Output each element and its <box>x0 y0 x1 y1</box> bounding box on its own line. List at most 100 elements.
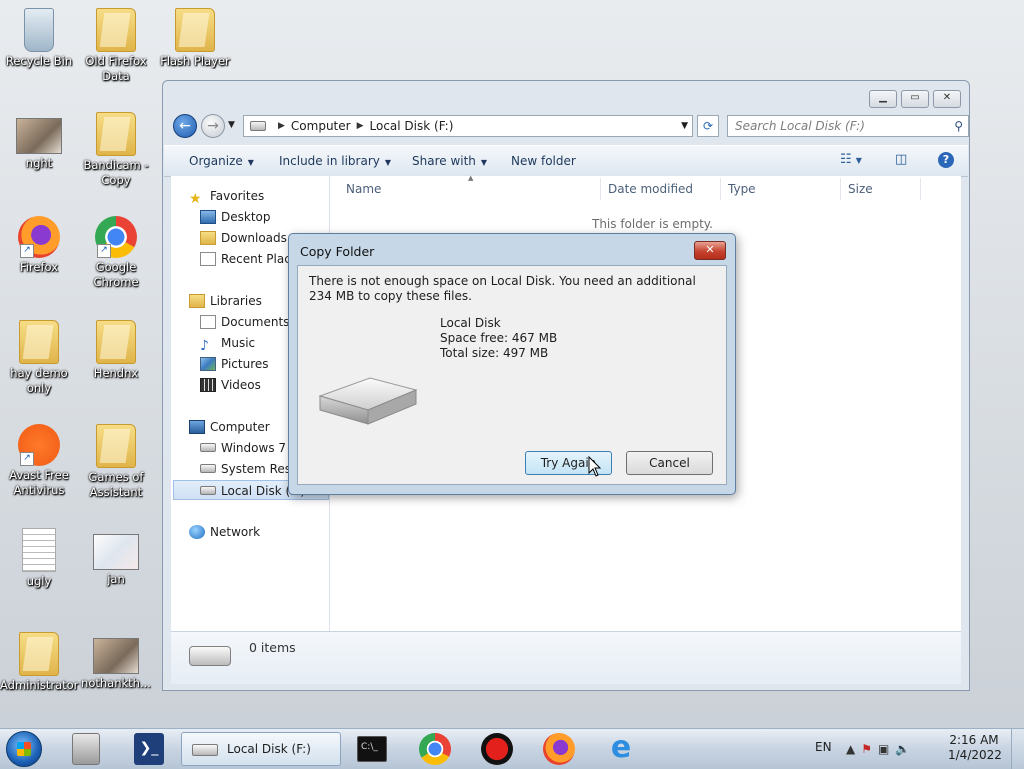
share-with-menu[interactable]: Share with ▼ <box>412 154 487 168</box>
column-header-name[interactable]: Name <box>346 182 381 196</box>
desktop-icon-label: Flash Player (32 bit) <box>160 54 230 68</box>
music-icon: ♪ <box>200 338 209 354</box>
mouse-cursor-icon <box>588 456 602 477</box>
desktop-icon-ugly[interactable]: ugly <box>0 528 78 589</box>
nav-computer[interactable]: Computer <box>189 417 270 437</box>
breadcrumb-separator-icon[interactable]: ▶ <box>357 121 364 131</box>
preview-pane-icon[interactable]: ◫ <box>895 152 907 168</box>
drive-icon <box>192 744 218 756</box>
system-tray-icons[interactable]: ▲⚑▣🔈 <box>846 742 916 756</box>
taskbar-item-local-disk[interactable]: Local Disk (F:) <box>181 732 341 766</box>
folder-icon <box>19 632 59 676</box>
drive-icon <box>200 443 216 452</box>
shortcut-arrow-icon: ↗ <box>97 244 111 258</box>
desktop-icon-flash-player[interactable]: Flash Player (32 bit) <box>156 8 234 69</box>
view-options-icon[interactable]: ☷ ▼ <box>840 152 862 168</box>
desktop-icon-jan[interactable]: jan <box>77 528 155 587</box>
nav-label: Videos <box>221 378 261 392</box>
shortcut-arrow-icon: ↗ <box>20 244 34 258</box>
desktop-icon-games-of-assistant[interactable]: Games of Assistant <box>77 424 155 500</box>
new-folder-button[interactable]: New folder <box>511 154 576 168</box>
nav-label: Pictures <box>221 357 269 371</box>
photo-icon <box>93 638 139 674</box>
desktop-icon-google-chrome[interactable]: ↗ Google Chrome <box>77 216 155 290</box>
image-file-icon <box>93 534 139 570</box>
nav-music[interactable]: ♪ Music <box>200 333 255 353</box>
nav-label: Libraries <box>210 294 262 308</box>
volume-icon[interactable]: 🔈 <box>895 742 916 756</box>
desktop-icon-label: nght <box>25 156 53 170</box>
show-desktop-button[interactable] <box>1011 729 1024 769</box>
recycle-bin-icon <box>24 8 54 52</box>
space-free: Space free: 467 MB <box>440 331 558 345</box>
forward-button[interactable]: → <box>201 114 225 138</box>
back-button[interactable]: ← <box>173 114 197 138</box>
action-center-icon[interactable]: ⚑ <box>861 742 878 756</box>
nav-libraries[interactable]: Libraries <box>189 291 262 311</box>
search-input[interactable]: Search Local Disk (F:) ⚲ <box>727 115 969 137</box>
firefox-icon[interactable] <box>543 733 575 765</box>
breadcrumb-local-disk[interactable]: Local Disk (F:) <box>370 119 454 133</box>
refresh-button[interactable]: ⟳ <box>697 115 719 137</box>
desktop-icon-avast[interactable]: ↗ Avast Free Antivirus <box>0 424 78 498</box>
hard-drive-icon <box>318 377 418 425</box>
cancel-button[interactable]: Cancel <box>626 451 713 475</box>
include-in-library-menu[interactable]: Include in library ▼ <box>279 154 391 168</box>
command-prompt-icon[interactable]: C:\_ <box>357 736 387 762</box>
breadcrumb-computer[interactable]: Computer <box>291 119 351 133</box>
desktop-icon-nothankth[interactable]: nothankth... <box>77 632 155 691</box>
powershell-icon[interactable]: ❯_ <box>134 733 164 765</box>
history-dropdown-icon[interactable]: ▼ <box>228 120 235 130</box>
desktop-icon-hay-demo-only[interactable]: hay demo only <box>0 320 78 396</box>
nav-network[interactable]: Network <box>189 522 260 542</box>
language-indicator[interactable]: EN <box>815 740 832 754</box>
column-header-date-modified[interactable]: Date modified <box>608 182 693 196</box>
nav-documents[interactable]: Documents <box>200 312 289 332</box>
nav-videos[interactable]: Videos <box>200 375 261 395</box>
libraries-icon <box>189 294 205 308</box>
desktop-icon-firefox[interactable]: ↗ Firefox <box>0 216 78 275</box>
dialog-close-button[interactable]: ✕ <box>694 241 726 260</box>
column-header-type[interactable]: Type <box>728 182 756 196</box>
clock[interactable]: 2:16 AM 1/4/2022 <box>948 733 1002 763</box>
breadcrumb-separator-icon[interactable]: ▶ <box>278 121 285 131</box>
clock-date: 1/4/2022 <box>948 748 1002 762</box>
desktop-icon-administrator[interactable]: Administrator <box>0 632 78 693</box>
close-button[interactable]: ✕ <box>933 90 961 108</box>
chrome-icon[interactable] <box>419 733 451 765</box>
desktop-icon-label: Google Chrome <box>93 260 139 289</box>
desktop-icon-nght[interactable]: nght <box>0 112 78 171</box>
folder-icon <box>96 8 136 52</box>
firefox-icon: ↗ <box>18 216 60 258</box>
column-header-size[interactable]: Size <box>848 182 873 196</box>
desktop-icon <box>200 210 216 224</box>
nav-favorites[interactable]: ★ Favorites <box>189 186 264 206</box>
computer-management-icon[interactable] <box>72 733 100 765</box>
internet-explorer-icon[interactable]: e <box>605 733 637 765</box>
record-icon[interactable] <box>481 733 513 765</box>
desktop-icon-old-firefox-data[interactable]: Old Firefox Data <box>77 8 155 84</box>
desktop-icon-label: Recycle Bin <box>5 54 73 68</box>
desktop-icon-label: Administrator <box>0 678 79 692</box>
address-bar[interactable]: ▶ Computer ▶ Local Disk (F:) ▼ <box>243 115 693 137</box>
desktop-icon-bandicam-copy[interactable]: Bandicam - Copy <box>77 112 155 188</box>
desktop-icon-recycle-bin[interactable]: Recycle Bin <box>0 8 78 69</box>
desktop-icon-label: ugly <box>26 574 52 588</box>
window-caption-buttons: ▁ ▭ ✕ <box>869 90 961 108</box>
help-icon[interactable]: ? <box>938 152 954 168</box>
nav-desktop[interactable]: Desktop <box>200 207 271 227</box>
maximize-button[interactable]: ▭ <box>901 90 929 108</box>
nav-pictures[interactable]: Pictures <box>200 354 269 374</box>
desktop-icon-hendnx[interactable]: Hendnx <box>77 320 155 381</box>
search-placeholder: Search Local Disk (F:) <box>735 119 865 133</box>
search-icon[interactable]: ⚲ <box>954 116 963 136</box>
network-tray-icon[interactable]: ▣ <box>878 742 895 756</box>
organize-menu[interactable]: Organize ▼ <box>189 154 254 168</box>
minimize-button[interactable]: ▁ <box>869 90 897 108</box>
start-button[interactable] <box>6 731 42 767</box>
chevron-down-icon: ▼ <box>480 158 488 167</box>
address-dropdown-icon[interactable]: ▼ <box>681 121 688 131</box>
show-hidden-icons-icon[interactable]: ▲ <box>846 742 861 756</box>
command-bar: Organize ▼ Include in library ▼ Share with… <box>164 145 968 177</box>
nav-downloads[interactable]: Downloads <box>200 228 287 248</box>
